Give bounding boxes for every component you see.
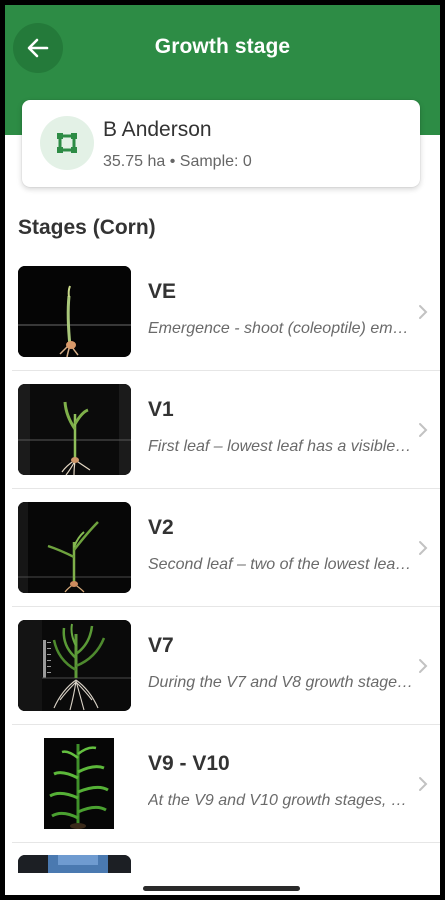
chevron-right-icon (419, 423, 428, 437)
stage-image-v7 (18, 620, 131, 711)
stage-row-v9-v10[interactable]: V9 - V10 At the V9 and V10 growth stages… (12, 725, 440, 843)
stage-description: First leaf – lowest leaf has a visible c… (148, 438, 414, 455)
chevron-right-icon (419, 541, 428, 555)
stage-name: V2 (148, 516, 174, 539)
field-details: 35.75 ha • Sample: 0 (103, 153, 252, 170)
field-boundary-icon (57, 133, 77, 153)
stage-row-v2[interactable]: V2 Second leaf – two of the lowest leave… (12, 489, 440, 607)
stage-description: At the V9 and V10 growth stages, ear sho… (148, 792, 414, 809)
field-card[interactable]: B Anderson 35.75 ha • Sample: 0 (22, 100, 420, 187)
stage-row-v7[interactable]: V7 During the V7 and V8 growth stages, t… (12, 607, 440, 725)
chevron-right-icon (419, 777, 428, 791)
stage-name: V1 (148, 398, 174, 421)
stage-description: During the V7 and V8 growth stages, the … (148, 674, 414, 691)
chevron-right-icon (419, 305, 428, 319)
stage-image-v9-v10 (18, 738, 131, 829)
stages-heading: Stages (Corn) (18, 216, 156, 239)
stage-name: V9 - V10 (148, 752, 230, 775)
stage-name: VE (148, 280, 177, 303)
stage-description: Emergence - shoot (coleoptile) emerges f… (148, 320, 414, 337)
field-icon-badge (40, 116, 94, 170)
phone-screen: Growth stage B Anderson 35.75 ha • Sampl… (5, 5, 440, 895)
page-title: Growth stage (154, 35, 291, 58)
stage-image-v1 (18, 384, 131, 475)
stage-description: Second leaf – two of the lowest leaves h… (148, 556, 414, 573)
stage-row-partial[interactable] (12, 843, 440, 873)
stage-name: V7 (148, 634, 174, 657)
home-indicator[interactable] (143, 886, 300, 891)
stage-image-ve (18, 266, 131, 357)
stage-image-partial (18, 855, 131, 873)
stage-list: VE Emergence - shoot (coleoptile) emerge… (12, 253, 440, 873)
stage-row-v1[interactable]: V1 First leaf – lowest leaf has a visibl… (12, 371, 440, 489)
chevron-right-icon (419, 659, 428, 673)
stage-image-v2 (18, 502, 131, 593)
stage-row-ve[interactable]: VE Emergence - shoot (coleoptile) emerge… (12, 253, 440, 371)
field-name: B Anderson (103, 118, 212, 141)
